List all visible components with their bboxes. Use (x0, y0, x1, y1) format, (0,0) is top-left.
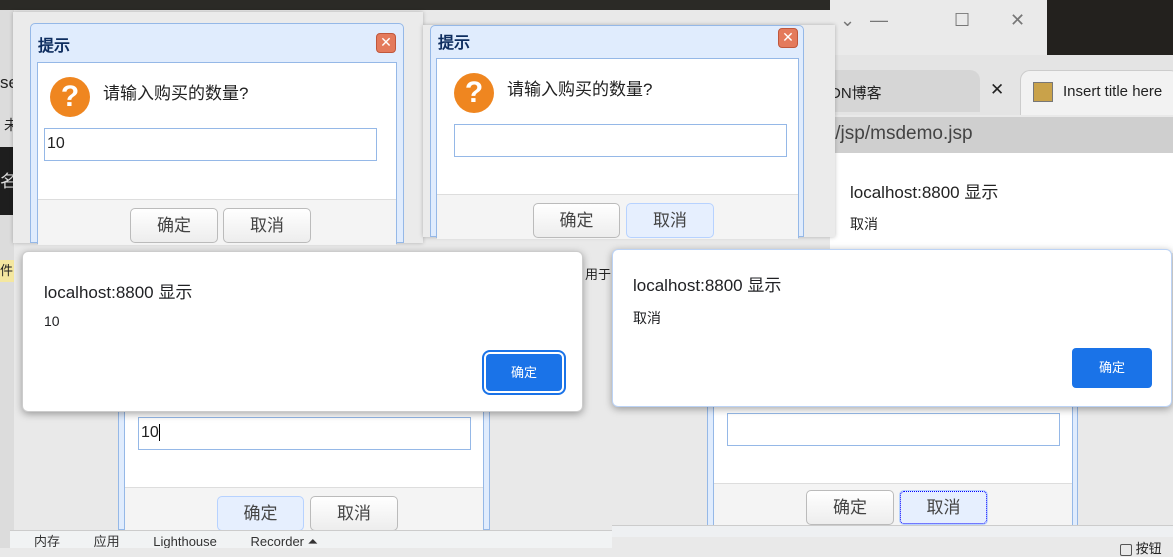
dialog-title: 提示 (438, 35, 471, 52)
desktop-background (1047, 0, 1173, 55)
devtools-tab-recorder[interactable]: Recorder ⏶ (251, 534, 318, 548)
dialog-title: 提示 (38, 38, 71, 55)
close-icon[interactable]: ✕ (376, 33, 396, 53)
devtools-tab-application[interactable]: 应用 (94, 534, 120, 548)
prompt-dialog: 提示 ✕ ? 请输入购买的数量? 确定 取消 (430, 25, 804, 239)
alert-message: 取消 (850, 216, 878, 232)
tab-insert-title[interactable]: Insert title here (1020, 70, 1173, 115)
alert-title: localhost:8800 显示 (850, 183, 999, 202)
fragment-text: 件 (0, 260, 14, 282)
close-icon[interactable]: ✕ (778, 28, 798, 48)
quantity-input[interactable] (727, 413, 1060, 446)
ok-button[interactable]: 确定 (217, 496, 304, 531)
chevron-down-icon[interactable]: ⌄ (840, 10, 855, 31)
alert-message: 10 (44, 313, 60, 329)
ok-button[interactable]: 确定 (130, 208, 218, 243)
dialog-body: 确定 取消 (713, 401, 1073, 528)
dialog-body: ? 请输入购买的数量? 确定 取消 (436, 58, 799, 239)
question-icon: ? (454, 73, 494, 113)
ok-button[interactable]: 确定 (486, 354, 562, 391)
prompt-dialog: 确定 取消 (707, 400, 1078, 528)
dialog-message: 请输入购买的数量? (507, 80, 653, 99)
text-cursor (158, 424, 160, 441)
quantity-input[interactable] (454, 124, 787, 157)
ok-button[interactable]: 确定 (1072, 348, 1152, 388)
tab-close-icon[interactable]: ✕ (990, 80, 1004, 100)
page-alert-background: localhost:8800 显示 取消 (830, 153, 1173, 253)
tab-csdn[interactable]: DN博客 (830, 70, 980, 112)
address-bar[interactable]: t/jsp/msdemo.jsp (830, 117, 1173, 153)
quantity-input[interactable]: 10 (44, 128, 377, 161)
tab-label: Insert title here (1063, 83, 1163, 100)
cancel-button[interactable]: 取消 (626, 203, 714, 238)
alert-message: 取消 (633, 310, 661, 326)
dark-block: 名 (0, 147, 14, 215)
devtools-tab-memory[interactable]: 内存 (34, 534, 60, 548)
background-window-edge: se, 未 名 件 (0, 10, 14, 548)
alert-title: localhost:8800 显示 (633, 276, 782, 295)
quantity-input[interactable]: 10 (141, 424, 159, 441)
prompt-dialog-window: 提示 ✕ ? 请输入购买的数量? 10 确定 取消 (13, 12, 423, 245)
dialog-footer: 确定 取消 (714, 483, 1072, 528)
prompt-dialog: 10 确定 取消 (118, 405, 490, 531)
url-text: t/jsp/msdemo.jsp (830, 123, 973, 144)
ok-button[interactable]: 确定 (533, 203, 620, 238)
dialog-footer: 确定 取消 (437, 194, 798, 239)
browser-titlebar: ⌄ — ☐ ✕ (830, 0, 1047, 55)
ok-button[interactable]: 确定 (806, 490, 894, 525)
prompt-dialog-window: 提示 ✕ ? 请输入购买的数量? 确定 取消 (423, 25, 835, 239)
dialog-footer: 确定 取消 (38, 199, 396, 245)
checkbox[interactable] (1120, 543, 1132, 556)
fragment-text: se, (0, 73, 14, 92)
cancel-button[interactable]: 取消 (310, 496, 398, 531)
devtools-tabbar: 内存 应用 Lighthouse Recorder ⏶ (10, 530, 625, 548)
dialog-body: ? 请输入购买的数量? 10 确定 取消 (37, 62, 397, 245)
dialog-body: 10 确定 取消 (124, 406, 484, 531)
close-window-button[interactable]: ✕ (1010, 10, 1025, 31)
minimize-button[interactable]: — (870, 10, 888, 31)
checkbox-label: 按钮 (1135, 541, 1162, 556)
fragment-text: 用于 (585, 267, 612, 282)
js-alert-dialog: localhost:8800 显示 10 确定 (22, 251, 583, 412)
prompt-dialog: 提示 ✕ ? 请输入购买的数量? 10 确定 取消 (30, 23, 404, 245)
js-alert-dialog: localhost:8800 显示 取消 确定 (612, 249, 1172, 407)
tab-label: DN博客 (830, 85, 882, 102)
window-bottom-bar (612, 525, 1173, 537)
dialog-message: 请输入购买的数量? (103, 84, 249, 103)
dialog-footer: 确定 取消 (125, 487, 483, 531)
cancel-button[interactable]: 取消 (223, 208, 311, 243)
fragment-text: 名 (0, 172, 14, 191)
cancel-button[interactable]: 取消 (899, 490, 988, 525)
maximize-button[interactable]: ☐ (954, 10, 970, 31)
tomcat-favicon-icon (1033, 82, 1053, 102)
devtools-tab-lighthouse[interactable]: Lighthouse (153, 534, 217, 548)
question-icon: ? (50, 77, 90, 117)
alert-title: localhost:8800 显示 (44, 283, 193, 302)
